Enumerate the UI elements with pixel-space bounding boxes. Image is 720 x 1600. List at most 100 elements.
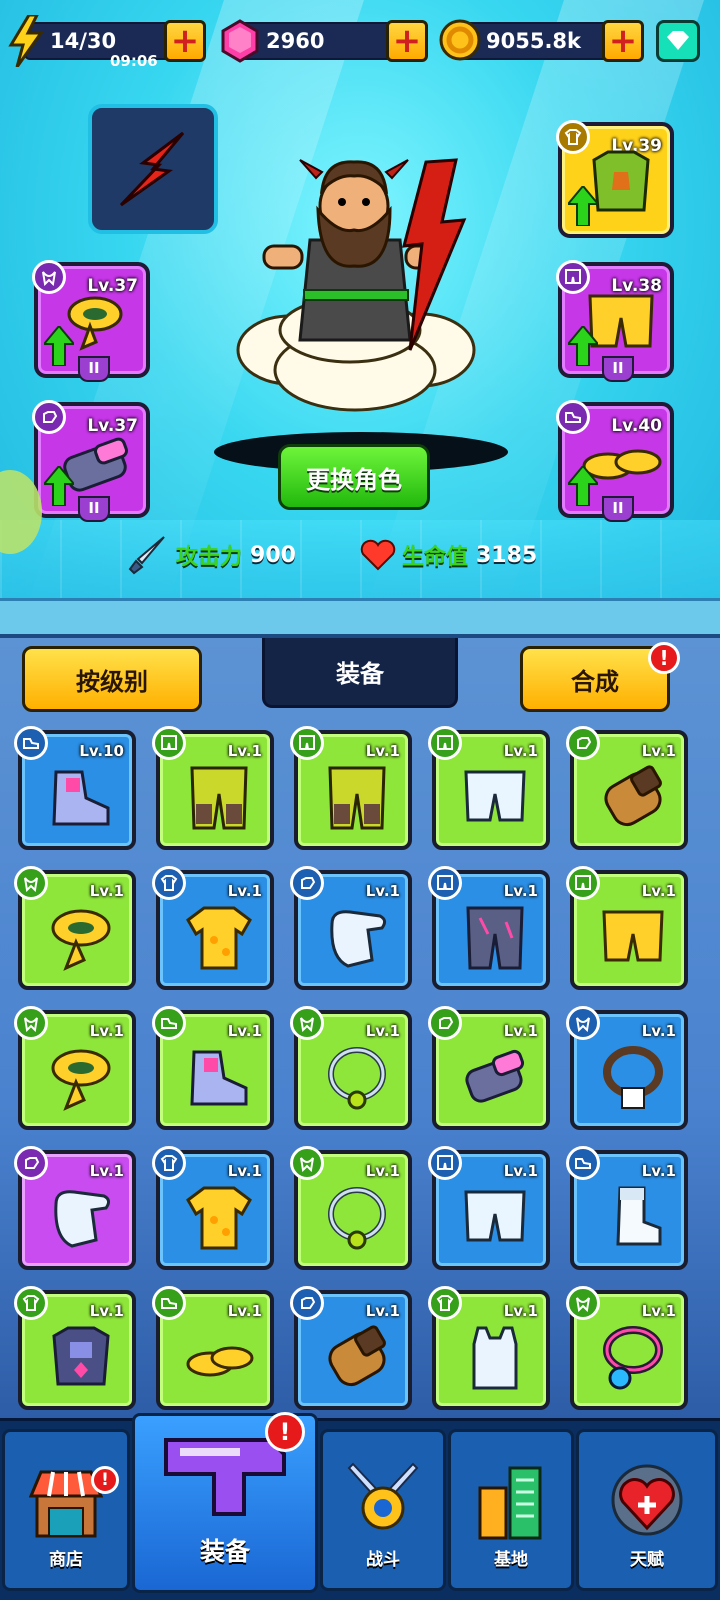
item-level: Lv.1 [227,882,262,900]
scarf-icon [14,1006,48,1040]
inventory-item[interactable]: Lv.1 [428,1006,550,1130]
skill-slot[interactable] [88,104,218,234]
inventory-item[interactable]: Lv.1 [152,1286,274,1410]
equipped-scarf-slot[interactable]: Lv.37 II [32,260,150,382]
item-level: Lv.40 [611,416,662,436]
nav-base-label: 基地 [494,1550,528,1570]
scarf-item-icon [46,904,116,974]
inventory-item[interactable]: Lv.1 [14,1146,136,1270]
item-level: Lv.1 [641,1022,676,1040]
inventory-item[interactable]: Lv.1 [566,866,688,990]
gems-value: 2960 [266,29,325,53]
item-level: Lv.10 [79,742,124,760]
equipped-glove-slot[interactable]: Lv.37 II [32,400,150,522]
shorts-icon [566,866,600,900]
inventory-item[interactable]: Lv.1 [14,1006,136,1130]
shoe-icon [14,726,48,760]
inventory-item[interactable]: Lv.1 [566,1146,688,1270]
tab-equipment[interactable]: 装备 [262,638,458,708]
equipped-shoe-slot[interactable]: Lv.40 II [556,400,674,522]
inventory-item[interactable]: Lv.1 [428,1286,550,1410]
coin-icon [438,18,482,62]
inventory-item[interactable]: Lv.1 [152,1146,274,1270]
sandal-item-icon [184,1324,254,1394]
shirt-icon [556,120,590,154]
inventory-item[interactable]: Lv.1 [428,866,550,990]
nav-talent-label: 天赋 [630,1550,664,1570]
item-level: Lv.1 [227,742,262,760]
shorts-icon [428,866,462,900]
change-character-button[interactable]: 更换角色 [278,444,430,510]
premium-shop-button[interactable] [656,20,700,62]
glove-white-item-icon [46,1184,116,1254]
shirt-item-icon [184,904,254,974]
nav-battle[interactable]: 战斗 [320,1429,446,1591]
shirt-icon [152,866,186,900]
upgrade-arrow-icon [568,466,598,506]
unequip-button[interactable]: II [602,356,634,382]
inventory-item[interactable]: Lv.1 [566,1006,688,1130]
inventory-item[interactable]: Lv.1 [152,866,274,990]
equipped-shirt-slot[interactable]: Lv.39 [556,120,674,238]
scarf-icon [14,866,48,900]
glove-icon [14,1146,48,1180]
armor-item-icon [46,1324,116,1394]
unequip-button[interactable]: II [78,356,110,382]
inventory-item[interactable]: Lv.1 [428,1146,550,1270]
inventory-item[interactable]: Lv.1 [152,726,274,850]
attack-value: 900 [250,542,296,568]
inventory-item[interactable]: Lv.10 [14,726,136,850]
scarf-icon [290,1006,324,1040]
scarf-item-icon [46,1044,116,1114]
inventory-item[interactable]: Lv.1 [290,726,412,850]
inventory-item[interactable]: Lv.1 [152,1006,274,1130]
tank-item-icon [460,1324,530,1394]
inventory-item[interactable]: Lv.1 [290,1146,412,1270]
shorts-white-item-icon [460,764,530,834]
coins-value: 9055.8k [486,29,582,53]
unequip-button[interactable]: II [78,496,110,522]
shoe-icon [556,400,590,434]
gem-icon [220,18,260,64]
inventory-item[interactable]: Lv.1 [14,1286,136,1410]
scarf-icon [32,260,66,294]
attack-label: 攻击力 [176,545,243,570]
add-coins-button[interactable]: + [602,20,644,62]
nav-shop[interactable]: ! 商店 [2,1429,130,1591]
shorts-yellow-item-icon [598,904,668,974]
glove-tech-item-icon [460,1044,530,1114]
inventory-item[interactable]: Lv.1 [566,1286,688,1410]
inventory-item[interactable]: Lv.1 [290,1286,412,1410]
sock-item-icon [598,1184,668,1254]
scarf-icon [290,1146,324,1180]
item-level: Lv.1 [227,1302,262,1320]
item-level: Lv.1 [503,882,538,900]
add-energy-button[interactable]: + [164,20,206,62]
shirt-icon [152,1146,186,1180]
panel-divider [0,598,720,638]
unequip-button[interactable]: II [602,496,634,522]
inventory-item[interactable]: Lv.1 [290,866,412,990]
heart-icon [360,539,396,571]
item-level: Lv.1 [503,1162,538,1180]
inventory-item[interactable]: Lv.1 [566,726,688,850]
nav-equipment-label: 装备 [199,1537,250,1566]
pants-item-icon [184,764,254,834]
upgrade-arrow-icon [44,466,74,506]
nav-talent[interactable]: 天赋 [576,1429,718,1591]
glove-icon [32,400,66,434]
shirt-icon [14,1286,48,1320]
equipped-shorts-slot[interactable]: Lv.38 II [556,260,674,382]
inventory-item[interactable]: Lv.1 [428,726,550,850]
inventory-item[interactable]: Lv.1 [14,866,136,990]
inventory-item[interactable]: Lv.1 [290,1006,412,1130]
crossed-swords-icon [347,1462,419,1530]
nav-base[interactable]: 基地 [448,1429,574,1591]
item-level: Lv.1 [227,1162,262,1180]
add-gems-button[interactable]: + [386,20,428,62]
nav-equipment[interactable]: ! 装备 [132,1412,318,1593]
item-level: Lv.37 [87,416,138,436]
item-level: Lv.1 [365,1302,400,1320]
sort-by-level-button[interactable]: 按级别 [22,646,202,712]
hp-label: 生命值 [401,545,468,570]
